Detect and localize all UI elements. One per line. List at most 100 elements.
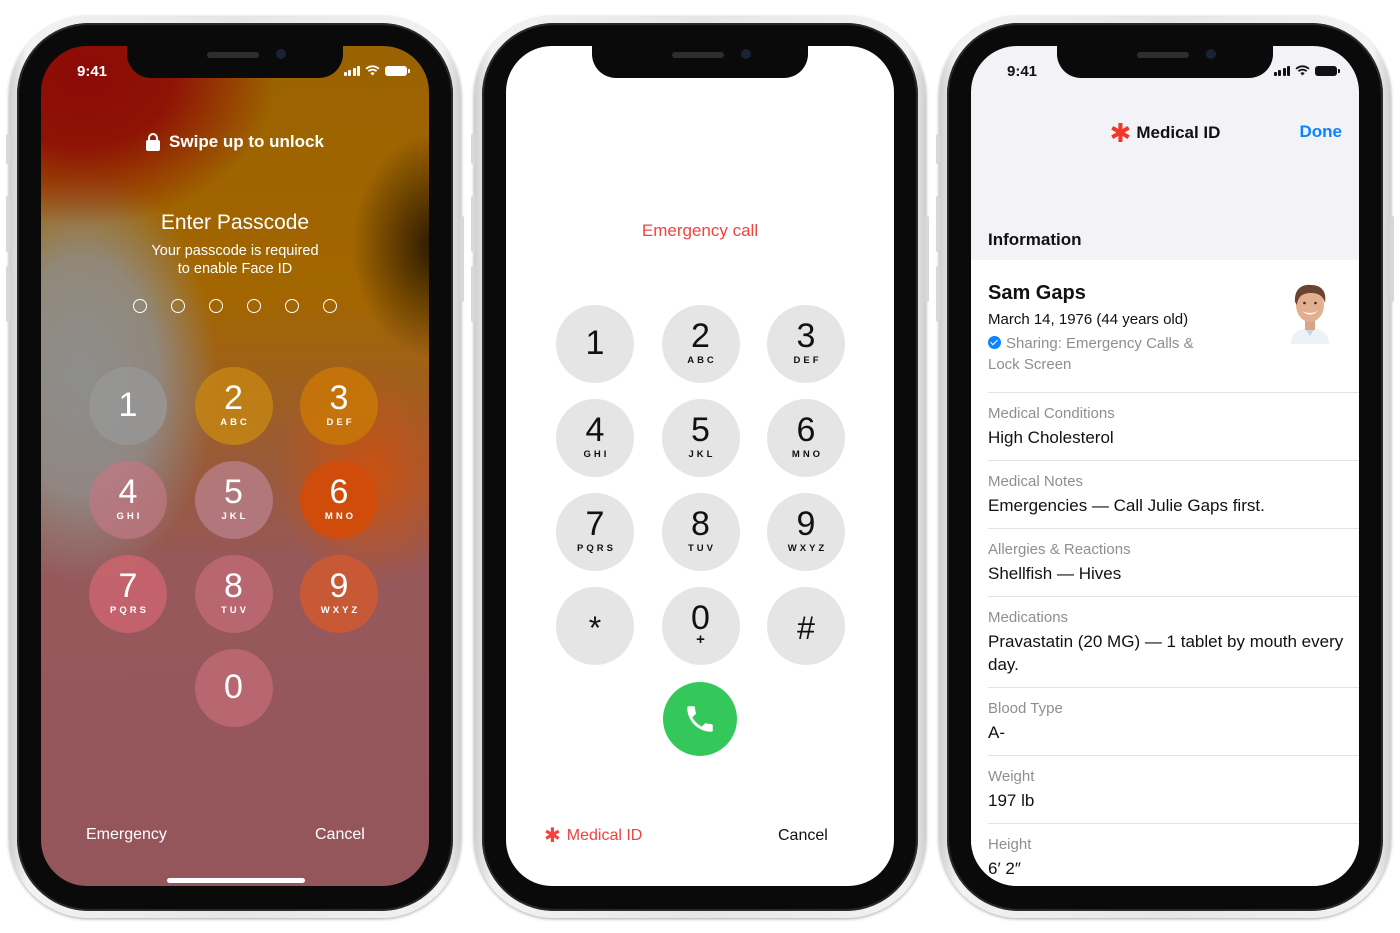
key-digit: 1 xyxy=(585,324,605,362)
key-9[interactable]: 9 WXYZ xyxy=(767,493,845,571)
key-8[interactable]: 8 TUV xyxy=(661,493,740,571)
passcode-dot xyxy=(171,299,185,313)
key-digit: 5 xyxy=(224,473,243,511)
field-value: High Cholesterol xyxy=(988,428,1114,447)
battery-icon xyxy=(1315,65,1340,76)
notch xyxy=(127,46,343,78)
field-label: Blood Type xyxy=(988,700,1063,717)
cellular-signal-icon xyxy=(1273,65,1290,76)
key-letters: DEF xyxy=(326,417,355,428)
key-digit: 3 xyxy=(796,317,816,355)
asterisk-icon: ✱ xyxy=(544,825,561,847)
key-letters: ABC xyxy=(220,417,250,428)
mute-switch xyxy=(6,134,10,164)
key-letters: JKL xyxy=(221,511,249,522)
swipe-up-hint[interactable]: Swipe up to unlock xyxy=(41,132,429,152)
key-3[interactable]: 3 DEF xyxy=(300,367,378,445)
lock-icon xyxy=(146,133,161,151)
key-digit: 3 xyxy=(329,379,349,417)
medical-field-row: Medications Pravastatin (20 MG) — 1 table… xyxy=(988,596,1359,687)
done-button[interactable]: Done xyxy=(1300,122,1343,142)
key-1[interactable]: 1 xyxy=(556,305,634,383)
cellular-signal-icon xyxy=(343,65,360,76)
field-value: 6′ 2″ xyxy=(988,859,1021,878)
side-button xyxy=(1390,216,1394,302)
key-5[interactable]: 5 JKL xyxy=(661,399,740,477)
passcode-title: Enter Passcode xyxy=(160,211,310,234)
key-0[interactable]: 0 xyxy=(194,649,273,727)
key-6[interactable]: 6 MNO xyxy=(767,399,845,477)
key-4[interactable]: 4 GHI xyxy=(89,461,167,539)
key-pound[interactable]: # xyxy=(767,587,845,665)
battery-icon xyxy=(385,65,410,76)
side-button xyxy=(460,216,464,302)
medical-id-title-label: Medical ID xyxy=(1136,123,1221,142)
key-letters: + xyxy=(696,631,705,648)
key-2[interactable]: 2 ABC xyxy=(194,367,273,445)
key-letters: MNO xyxy=(324,511,357,522)
swipe-up-label: Swipe up to unlock xyxy=(169,132,324,151)
cancel-button[interactable]: Cancel xyxy=(315,826,365,844)
volume-up-button xyxy=(6,196,10,252)
volume-down-button xyxy=(936,266,940,322)
key-digit: 6 xyxy=(329,473,349,511)
medical-field-row: Height 6′ 2″ xyxy=(988,823,1359,886)
phone-icon xyxy=(687,706,713,732)
key-digit: 5 xyxy=(691,411,710,449)
volume-down-button xyxy=(6,266,10,322)
key-digit: 9 xyxy=(796,505,816,543)
side-button xyxy=(925,216,929,302)
key-letters: WXYZ xyxy=(787,543,828,554)
information-card: Sam Gaps March 14, 1976 (44 years old) S… xyxy=(971,260,1359,886)
status-time: 9:41 xyxy=(1007,63,1038,80)
field-value: Emergencies — Call Julie Gaps first. xyxy=(988,496,1265,515)
key-star[interactable]: * xyxy=(556,587,634,665)
key-digit: # xyxy=(797,610,815,646)
field-label: Medications xyxy=(988,609,1069,626)
passcode-subtitle-line2: to enable Face ID xyxy=(177,261,293,277)
emergency-button[interactable]: Emergency xyxy=(86,826,167,844)
home-indicator[interactable] xyxy=(167,878,305,883)
mute-switch xyxy=(936,134,940,164)
key-6[interactable]: 6 MNO xyxy=(300,461,378,539)
passcode-dot xyxy=(133,299,147,313)
medical-field-row: Blood Type A- xyxy=(988,687,1359,755)
medical-id-button[interactable]: ✱ Medical ID xyxy=(544,825,642,847)
medical-id-screen: 9:41 ✱ Medical ID Done Information Sam G… xyxy=(971,46,1359,886)
key-7[interactable]: 7 PQRS xyxy=(556,493,634,571)
profile-name: Sam Gaps xyxy=(988,282,1086,304)
key-digit: 6 xyxy=(796,411,816,449)
key-letters: JKL xyxy=(688,449,716,460)
key-0[interactable]: 0 + xyxy=(661,587,740,665)
key-3[interactable]: 3 DEF xyxy=(767,305,845,383)
medical-field-row: Medical Notes Emergencies — Call Julie Ga… xyxy=(988,460,1359,528)
key-digit: 0 xyxy=(691,599,710,637)
call-button[interactable] xyxy=(663,682,737,756)
key-2[interactable]: 2 ABC xyxy=(661,305,740,383)
emergency-call-title: Emergency call xyxy=(641,221,759,240)
checkmark-circle-icon xyxy=(988,336,1001,349)
key-4[interactable]: 4 GHI xyxy=(556,399,634,477)
status-time: 9:41 xyxy=(77,63,108,80)
key-letters: TUV xyxy=(688,543,716,554)
key-letters: PQRS xyxy=(577,543,616,554)
volume-up-button xyxy=(936,196,940,252)
key-5[interactable]: 5 JKL xyxy=(194,461,273,539)
key-digit: 4 xyxy=(118,473,138,511)
key-7[interactable]: 7 PQRS xyxy=(89,555,167,633)
key-1[interactable]: 1 xyxy=(89,367,167,445)
key-letters: DEF xyxy=(793,355,822,366)
field-label: Weight xyxy=(988,768,1035,785)
cancel-button[interactable]: Cancel xyxy=(778,827,828,845)
medical-id-phone: 9:41 ✱ Medical ID Done Information Sam G… xyxy=(936,16,1394,918)
passcode-dots xyxy=(133,299,337,313)
passcode-dot xyxy=(247,299,261,313)
profile-dob: March 14, 1976 (44 years old) xyxy=(988,311,1189,328)
key-digit: * xyxy=(588,610,602,646)
field-value: 197 lb xyxy=(988,791,1035,810)
key-9[interactable]: 9 WXYZ xyxy=(300,555,378,633)
emergency-dialer-phone: Emergency call 1 2 ABC 3 DEF 4 GHI 5 JKL 6 MNO 7 PQR… xyxy=(471,16,929,918)
wifi-icon xyxy=(365,65,380,76)
passcode-dot xyxy=(323,299,337,313)
key-8[interactable]: 8 TUV xyxy=(194,555,273,633)
